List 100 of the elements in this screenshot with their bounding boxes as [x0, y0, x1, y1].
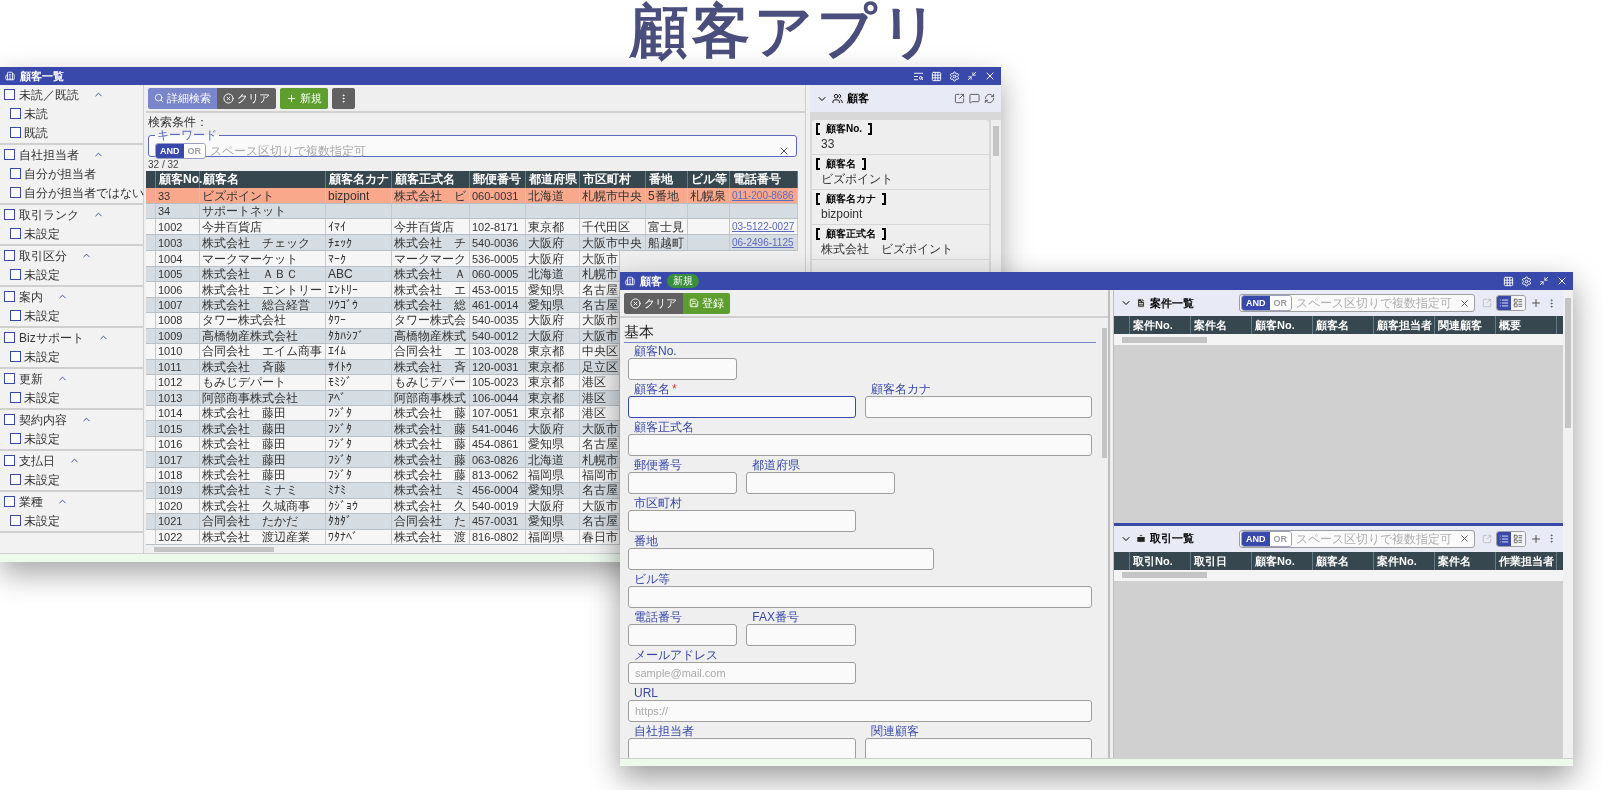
- clear-icon[interactable]: [1459, 533, 1470, 544]
- mode-toggle[interactable]: AND: [156, 144, 184, 158]
- table-row[interactable]: 33 ビズポイント bizpoint 株式会社 ビ 060-0031 北海道 札幌市中央 5番地 札幌泉 011-200-8686: [146, 188, 798, 204]
- list-view-button[interactable]: [1497, 296, 1511, 310]
- text-field[interactable]: [628, 510, 856, 532]
- checkbox[interactable]: [4, 414, 15, 425]
- checkbox[interactable]: [10, 127, 21, 138]
- table-cell: 阿部商事株式: [394, 390, 466, 405]
- table-row[interactable]: 1003 株式会社 チェック ﾁｪｯｸ 株式会社 チ 540-0036 大阪府 大阪市中央 船越町 06-2496-1125: [146, 235, 798, 252]
- checkbox[interactable]: [4, 250, 15, 261]
- checkbox[interactable]: [4, 209, 15, 220]
- text-field[interactable]: [628, 624, 738, 646]
- clear-button[interactable]: クリア: [217, 87, 276, 109]
- table-cell: 1020: [158, 498, 183, 513]
- text-field[interactable]: [628, 586, 1092, 608]
- column-header[interactable]: 取引No.: [1130, 551, 1191, 570]
- window-title: 顧客: [640, 273, 662, 289]
- table-row[interactable]: 1010 合同会社 エイム商事 ｴｲﾑ 合同会社 エ 103-0028 東京都 中央区: [146, 344, 620, 360]
- scrollbar-thumb[interactable]: [993, 126, 999, 156]
- table-cell: ABC: [328, 267, 353, 282]
- grid-icon[interactable]: [1503, 275, 1514, 287]
- close-icon[interactable]: [1556, 275, 1568, 287]
- search-field[interactable]: AND OR スペース区切りで複数指定可: [1239, 294, 1475, 312]
- column-header[interactable]: 顧客名: [1313, 551, 1374, 570]
- mode-toggle[interactable]: AND: [1242, 296, 1270, 310]
- search-field[interactable]: AND OR スペース区切りで複数指定可: [1239, 529, 1475, 548]
- checkbox[interactable]: [10, 108, 21, 119]
- table-row[interactable]: 1017 株式会社 藤田 ﾌｼﾞﾀ 株式会社 藤 063-0826 北海道 札幌市: [146, 452, 620, 468]
- checkbox[interactable]: [10, 515, 21, 526]
- text-field[interactable]: [628, 434, 1092, 456]
- checkbox[interactable]: [10, 433, 21, 444]
- scrollbar-thumb[interactable]: [1101, 328, 1107, 458]
- text-field[interactable]: [628, 738, 856, 758]
- column-header[interactable]: 案件名: [1435, 551, 1496, 570]
- table-row[interactable]: 1006 株式会社 エントリー ｴﾝﾄﾘｰ 株式会社 エ 453-0015 愛知県 名古屋: [146, 282, 620, 298]
- table-row[interactable]: 1015 株式会社 藤田 ﾌｼﾞﾀ 株式会社 藤 541-0046 大阪府 大阪市: [146, 421, 620, 437]
- scrollbar-thumb[interactable]: [1122, 572, 1207, 578]
- settings-icon[interactable]: [949, 70, 960, 82]
- keyword-field[interactable]: キーワード AND OR スペース区切りで複数指定可: [148, 129, 797, 157]
- checkbox[interactable]: [10, 474, 21, 485]
- table-cell: もみじデパート: [202, 375, 286, 390]
- clear-icon[interactable]: [778, 145, 790, 157]
- text-field[interactable]: [628, 548, 935, 570]
- column-header[interactable]: 顧客No.: [1252, 551, 1313, 570]
- phone-link[interactable]: 03-5122-0027: [732, 219, 795, 235]
- checkbox[interactable]: [10, 310, 21, 321]
- settings-icon[interactable]: [1521, 275, 1532, 287]
- scrollbar-thumb[interactable]: [1122, 336, 1207, 343]
- clear-button[interactable]: クリア: [624, 292, 683, 314]
- mode-toggle[interactable]: AND: [1242, 531, 1270, 546]
- text-field[interactable]: https://: [628, 700, 1092, 722]
- text-field[interactable]: [628, 396, 856, 418]
- column-header[interactable]: 案件No.: [1374, 551, 1435, 570]
- clear-icon[interactable]: [1459, 297, 1470, 309]
- text-field[interactable]: [864, 738, 1092, 758]
- checkbox[interactable]: [10, 269, 21, 280]
- list-view-button[interactable]: [1497, 531, 1511, 546]
- table-row[interactable]: 1002 今井百貨店 ｲﾏｲ 今井百貨店 102-8171 東京都 千代田区 富士見 03-5122-0027: [146, 219, 798, 236]
- search-list-icon[interactable]: [913, 70, 924, 82]
- close-icon[interactable]: [984, 70, 996, 82]
- checkbox[interactable]: [4, 455, 15, 466]
- collapse-icon[interactable]: [967, 71, 977, 81]
- text-field[interactable]: [628, 358, 738, 380]
- checkbox[interactable]: [10, 392, 21, 403]
- detail-view-button[interactable]: [1511, 296, 1525, 310]
- checkbox[interactable]: [4, 496, 15, 507]
- checkbox[interactable]: [4, 373, 15, 384]
- checkbox[interactable]: [10, 351, 21, 362]
- comment-icon[interactable]: [969, 93, 980, 104]
- text-field[interactable]: sample@mail.com: [628, 662, 856, 684]
- column-header[interactable]: 作業担当者: [1496, 551, 1557, 570]
- checkbox[interactable]: [4, 332, 15, 343]
- table-row[interactable]: 1008 タワー株式会社 ﾀﾜｰ タワー株式会 540-0035 大阪府 大阪市: [146, 313, 620, 329]
- scrollbar-thumb[interactable]: [1565, 298, 1571, 428]
- detail-view-button[interactable]: [1511, 531, 1525, 546]
- table-row[interactable]: 1019 株式会社 ミナミ ﾐﾅﾐ 株式会社 ミ 456-0004 愛知県 名古屋: [146, 483, 620, 499]
- checkbox[interactable]: [4, 149, 15, 160]
- scrollbar-thumb[interactable]: [154, 546, 274, 552]
- refresh-icon[interactable]: [984, 93, 995, 104]
- add-icon[interactable]: [1530, 532, 1542, 545]
- checkbox[interactable]: [4, 89, 15, 100]
- table-row[interactable]: 1004 マークマーケット ﾏｰｸ マークマーク 536-0005 大阪府 大阪市: [146, 251, 620, 267]
- checkbox[interactable]: [10, 187, 21, 198]
- table-row[interactable]: 34 サポートネット: [146, 204, 798, 220]
- text-field[interactable]: [746, 624, 856, 646]
- text-field[interactable]: [746, 472, 895, 494]
- open-external-icon[interactable]: [954, 93, 965, 104]
- grid-icon[interactable]: [931, 70, 942, 82]
- checkbox[interactable]: [4, 291, 15, 302]
- checkbox[interactable]: [10, 228, 21, 239]
- collapse-icon[interactable]: [1539, 276, 1549, 286]
- add-icon[interactable]: [1530, 297, 1542, 309]
- more-button[interactable]: [332, 87, 355, 109]
- column-header[interactable]: 取引日: [1191, 551, 1252, 570]
- text-field[interactable]: [864, 396, 1092, 418]
- phone-link[interactable]: 06-2496-1125: [732, 235, 794, 251]
- text-field[interactable]: [628, 472, 738, 494]
- checkbox[interactable]: [10, 168, 21, 179]
- table-row[interactable]: 1012 もみじデパート ﾓﾐｼﾞ もみじデパー 105-0023 東京都 港区: [146, 375, 620, 391]
- table-row[interactable]: 1021 合同会社 たかだ ﾀｶﾀﾞ 合同会社 た 457-0031 愛知県 名古屋: [146, 514, 620, 530]
